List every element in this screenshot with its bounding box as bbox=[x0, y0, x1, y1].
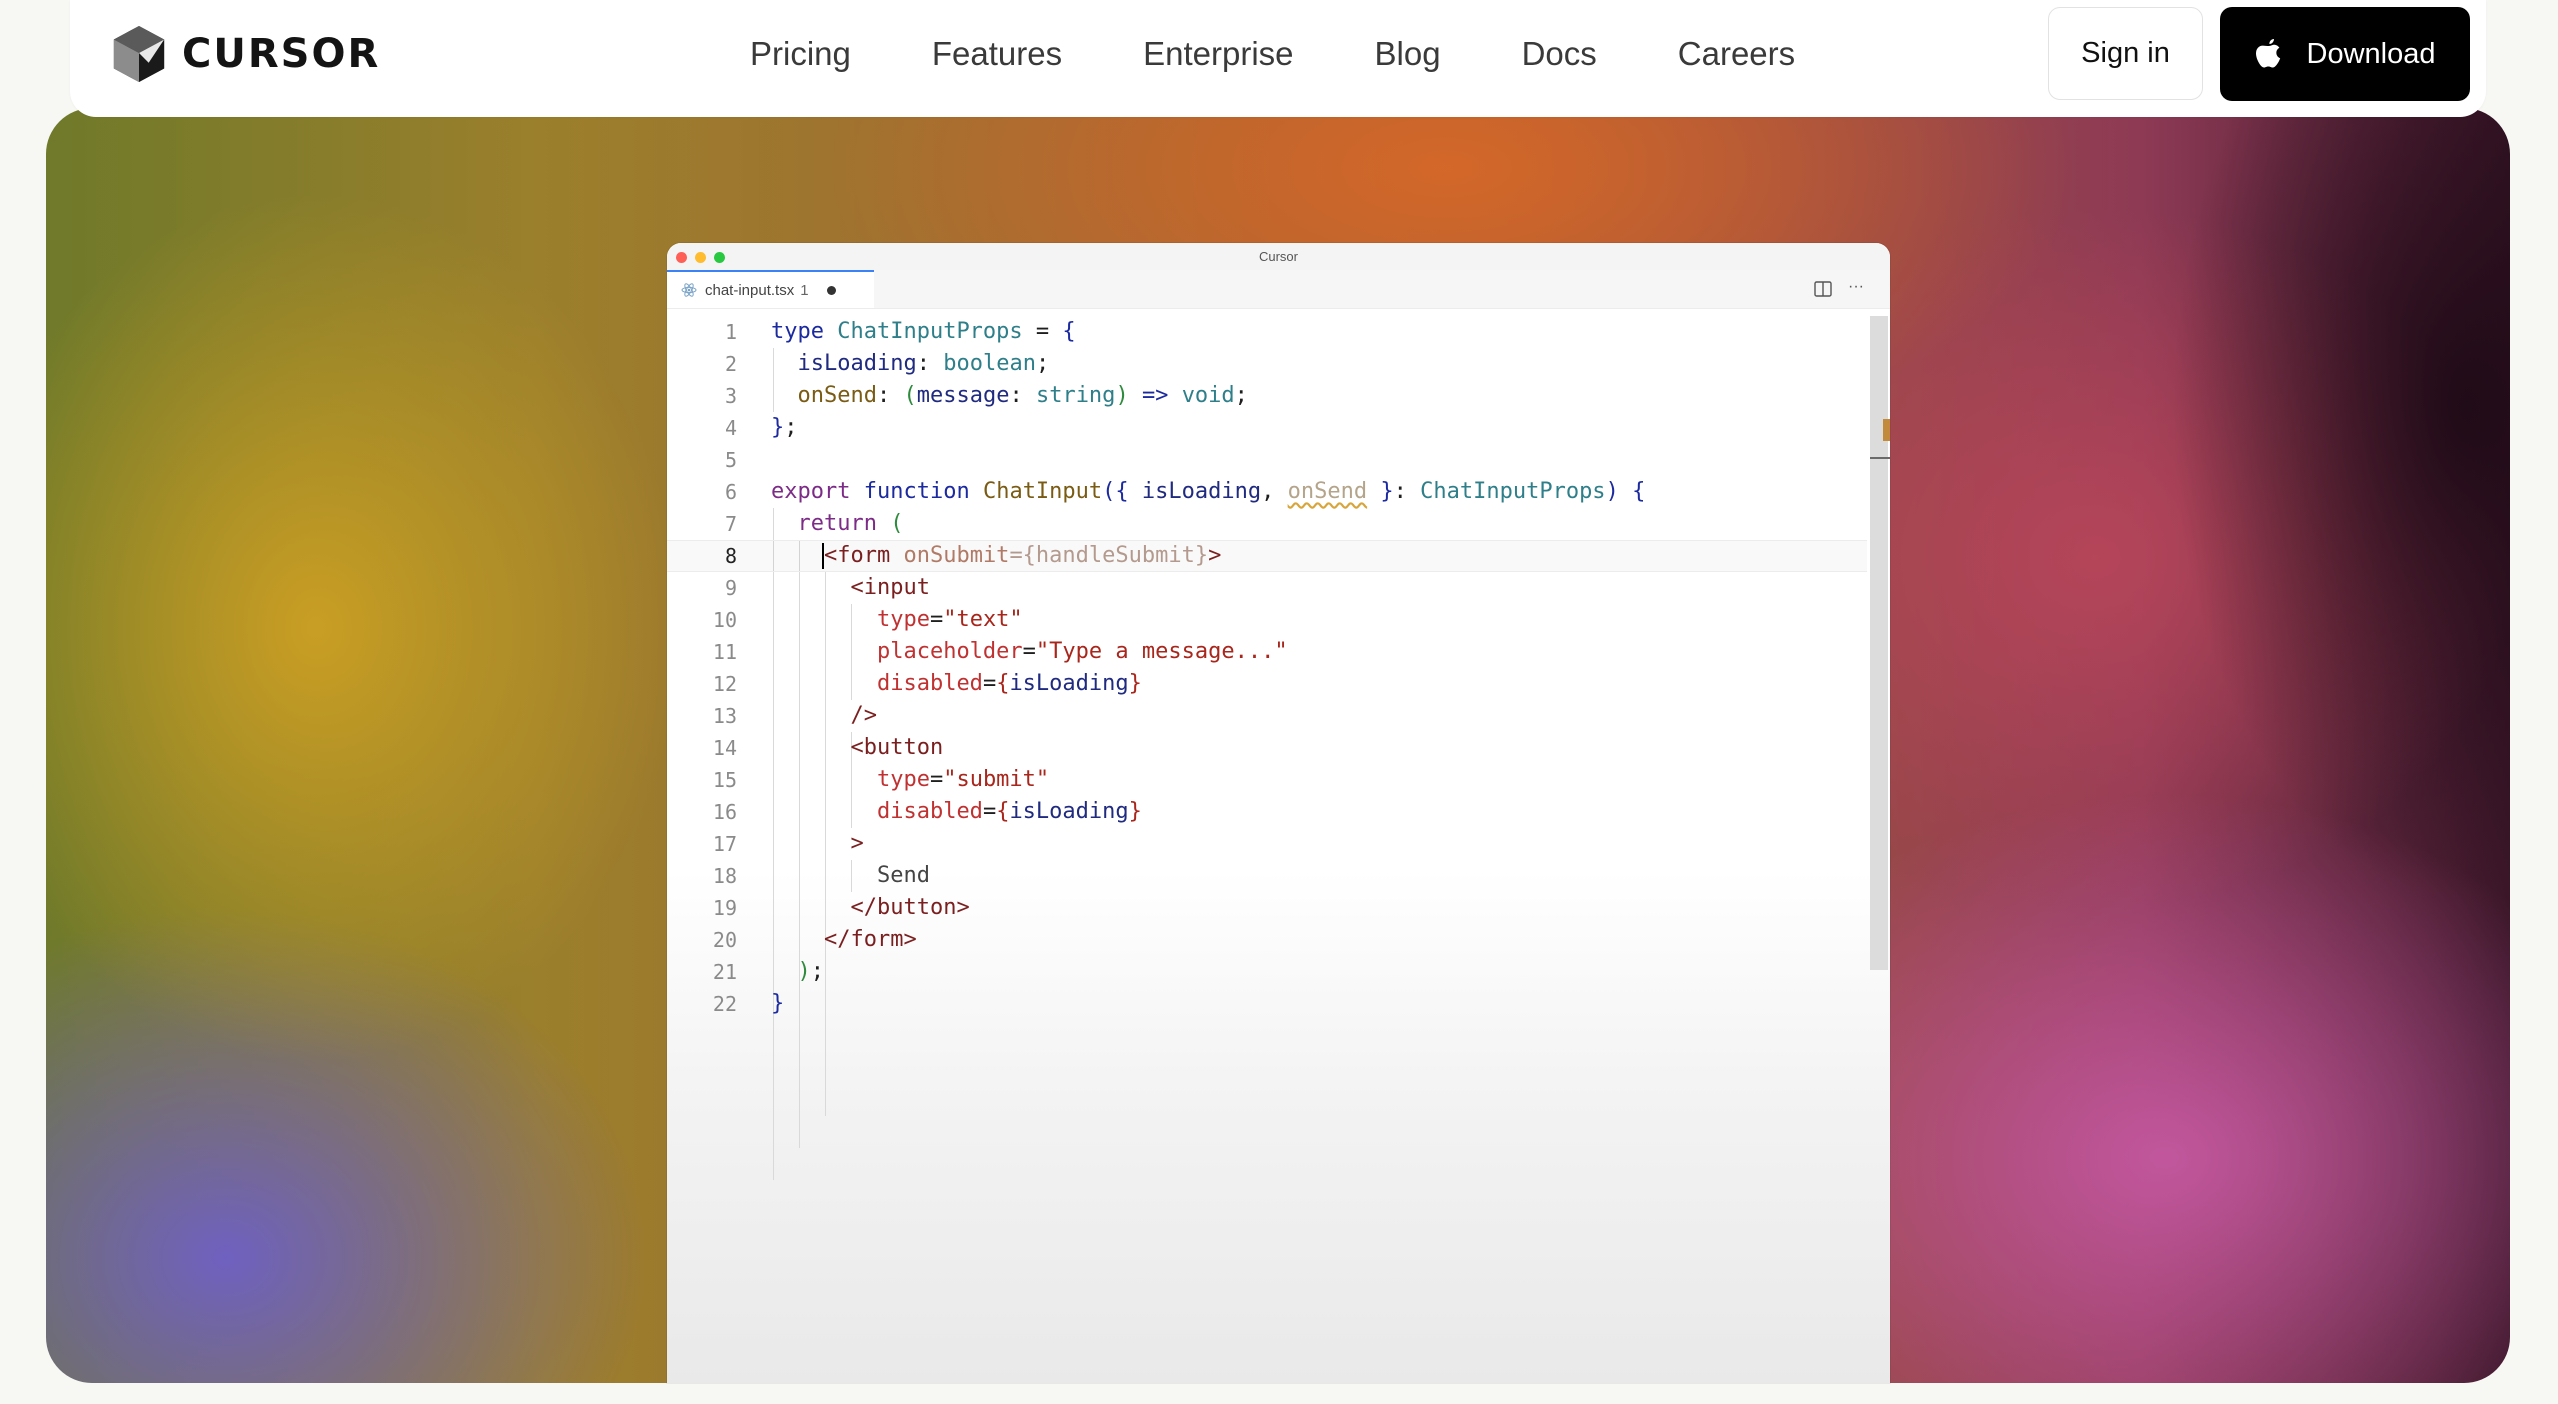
nav-links: Pricing Features Enterprise Blog Docs Ca… bbox=[750, 0, 1795, 108]
top-nav: CURSOR Pricing Features Enterprise Blog … bbox=[70, 0, 2486, 117]
code-line: 10 type="text" bbox=[667, 604, 1867, 636]
logo[interactable]: CURSOR bbox=[110, 22, 380, 86]
line-number: 11 bbox=[712, 640, 737, 664]
code-line: 5 bbox=[667, 444, 1867, 476]
line-number: 20 bbox=[712, 928, 737, 952]
line-number: 14 bbox=[712, 736, 737, 760]
line-number: 2 bbox=[724, 352, 737, 376]
line-number: 15 bbox=[712, 768, 737, 792]
code-line: 9 <input bbox=[667, 572, 1867, 604]
editor-window: Cursor chat-input.tsx 1 ··· 1 type ChatIn… bbox=[667, 243, 1890, 1383]
code-line: 18 Send bbox=[667, 860, 1867, 892]
unsaved-dot-icon bbox=[826, 285, 836, 295]
nav-link-features[interactable]: Features bbox=[932, 35, 1062, 73]
line-number: 18 bbox=[712, 864, 737, 888]
code-line: 17 > bbox=[667, 828, 1867, 860]
code-line: 14 <button bbox=[667, 732, 1867, 764]
code-line: 1 type ChatInputProps = { bbox=[667, 316, 1867, 348]
line-number: 6 bbox=[724, 480, 737, 504]
apple-icon bbox=[2255, 39, 2280, 68]
text-caret bbox=[821, 543, 824, 569]
line-number: 9 bbox=[724, 576, 737, 600]
vertical-scrollbar[interactable] bbox=[1870, 316, 1888, 970]
line-number: 12 bbox=[712, 672, 737, 696]
code-line: 4}; bbox=[667, 412, 1867, 444]
code-line: 15 type="submit" bbox=[667, 764, 1867, 796]
nav-link-careers[interactable]: Careers bbox=[1678, 35, 1795, 73]
line-number: 1 bbox=[724, 320, 737, 344]
sign-in-button[interactable]: Sign in bbox=[2048, 7, 2203, 100]
tab-problem-count: 1 bbox=[800, 281, 809, 299]
line-number: 21 bbox=[712, 960, 737, 984]
nav-link-docs[interactable]: Docs bbox=[1522, 35, 1597, 73]
line-number: 16 bbox=[712, 800, 737, 824]
download-label: Download bbox=[2306, 37, 2436, 70]
line-number: 19 bbox=[712, 896, 737, 920]
code-area[interactable]: 1 type ChatInputProps = { 2 isLoading: bo… bbox=[667, 316, 1867, 1020]
scrollbar-cursor-marker bbox=[1870, 457, 1890, 459]
code-line: 16 disabled={isLoading} bbox=[667, 796, 1867, 828]
code-line: 2 isLoading: boolean; bbox=[667, 348, 1867, 380]
code-line: 11 placeholder="Type a message..." bbox=[667, 636, 1867, 668]
nav-link-blog[interactable]: Blog bbox=[1375, 35, 1441, 73]
code-line: 21 ); bbox=[667, 956, 1867, 988]
brand-name: CURSOR bbox=[182, 31, 381, 77]
code-line: 19 </button> bbox=[667, 892, 1867, 924]
code-line: 22} bbox=[667, 988, 1867, 1020]
tab-chat-input[interactable]: chat-input.tsx 1 bbox=[667, 270, 874, 308]
line-number: 3 bbox=[724, 384, 737, 408]
nav-link-pricing[interactable]: Pricing bbox=[750, 35, 851, 73]
split-editor-icon[interactable] bbox=[1814, 281, 1832, 297]
line-number: 22 bbox=[712, 992, 737, 1016]
editor-tab-bar: chat-input.tsx 1 ··· bbox=[667, 270, 1890, 309]
react-file-icon bbox=[681, 283, 697, 297]
window-title: Cursor bbox=[1258, 249, 1298, 264]
line-number: 7 bbox=[724, 512, 737, 536]
line-number: 4 bbox=[724, 416, 737, 440]
line-number: 8 bbox=[724, 544, 737, 568]
line-number: 13 bbox=[712, 704, 737, 728]
window-titlebar: Cursor bbox=[667, 243, 1890, 271]
scrollbar-warning-marker bbox=[1883, 419, 1890, 441]
line-number: 10 bbox=[712, 608, 737, 632]
nav-link-enterprise[interactable]: Enterprise bbox=[1143, 35, 1293, 73]
download-button[interactable]: Download bbox=[2220, 7, 2470, 101]
code-line: 3 onSend: (message: string) => void; bbox=[667, 380, 1867, 412]
code-line: 20 </form> bbox=[667, 924, 1867, 956]
cursor-cube-icon bbox=[113, 25, 165, 83]
tab-filename: chat-input.tsx bbox=[705, 281, 795, 299]
more-actions-icon[interactable]: ··· bbox=[1848, 278, 1864, 296]
code-line: 6 export function ChatInput({ isLoading, … bbox=[667, 476, 1867, 508]
code-line: 12 disabled={isLoading} bbox=[667, 668, 1867, 700]
line-number: 5 bbox=[724, 448, 737, 472]
code-line-current: 8 <form onSubmit={handleSubmit}> bbox=[667, 540, 1867, 572]
code-line: 13 /> bbox=[667, 700, 1867, 732]
code-line: 7 return ( bbox=[667, 508, 1867, 540]
line-number: 17 bbox=[712, 832, 737, 856]
